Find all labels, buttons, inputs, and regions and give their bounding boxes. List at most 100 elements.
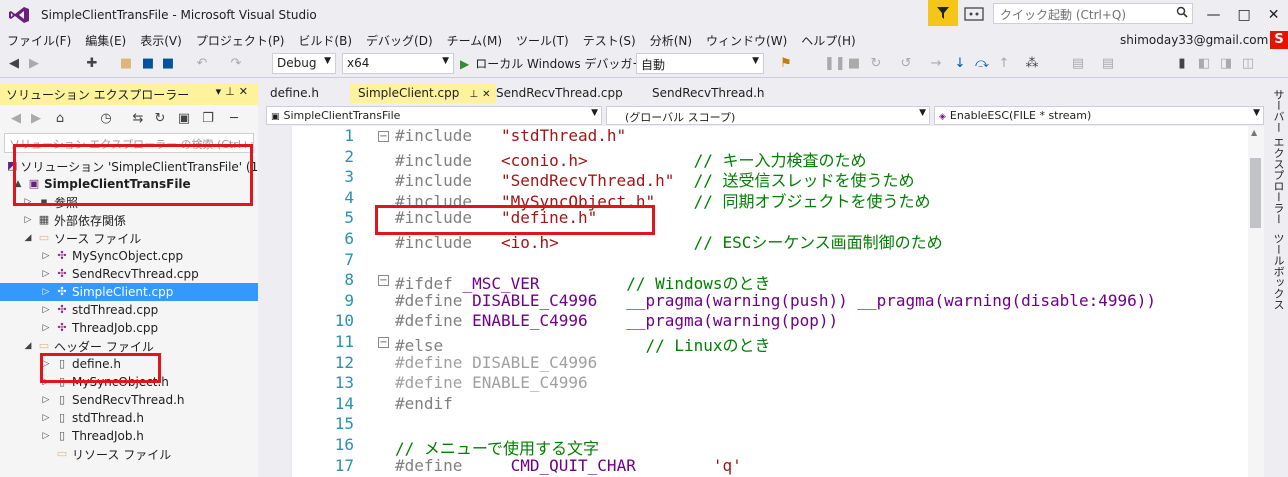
menu-window[interactable]: ウィンドウ(W) (699, 32, 794, 49)
menu-team[interactable]: チーム(M) (440, 32, 509, 49)
clear-bookmarks-icon[interactable]: ◫ (1240, 56, 1256, 72)
collapse-all-icon[interactable]: ▣ (176, 111, 192, 127)
code-line[interactable]: #endif (395, 394, 453, 413)
tab-define-h[interactable]: define.h (262, 83, 327, 103)
code-line[interactable]: #define ENABLE_C4996 __pragma(warning(po… (395, 311, 838, 330)
feedback-icon[interactable] (964, 6, 986, 22)
avatar[interactable]: S (1270, 31, 1288, 49)
pin-icon[interactable]: ⊥ (469, 89, 478, 100)
quick-launch-input[interactable]: クイック起動 (Ctrl+Q) (993, 3, 1193, 24)
tab-sendrecvthread-cpp[interactable]: SendRecvThread.cpp (488, 83, 631, 103)
code-line[interactable]: #include "stdThread.h" (395, 126, 626, 145)
show-all-files-icon[interactable]: ❐ (200, 111, 216, 127)
redo-icon[interactable]: ↷ (228, 56, 244, 72)
step-into-icon[interactable]: ↓ (952, 56, 968, 72)
start-debugging-button[interactable]: ▶ ローカル Windows デバッガー ▼ (460, 53, 657, 74)
forward-icon[interactable]: ▶ (26, 56, 42, 72)
code-editor[interactable]: 1 2 3 4 5 6 7 8 9 10 11 12 13 14 15 16 17− − − #include "st… (262, 126, 1248, 477)
fold-toggle-icon[interactable]: − (378, 337, 389, 348)
tree-item[interactable]: ▷ ✣ stdThread.cpp (0, 301, 258, 319)
refresh-icon[interactable]: ↻ (152, 111, 168, 127)
expand-icon[interactable]: ▷ (40, 323, 52, 333)
step-over-icon[interactable]: ⤼ (974, 56, 990, 72)
fold-toggle-icon[interactable]: − (378, 131, 389, 142)
next-bookmark-icon[interactable]: ◨ (1218, 56, 1234, 72)
back-icon[interactable]: ◀ (6, 56, 22, 72)
server-explorer-tab[interactable]: サーバー エクスプローラー (1270, 89, 1286, 225)
config-select[interactable]: Debug ▼ (272, 53, 336, 74)
scrollbar-thumb[interactable] (1250, 158, 1261, 228)
platform-select[interactable]: x64 ▼ (342, 53, 454, 74)
open-folder-icon[interactable]: ■ (118, 56, 134, 72)
menu-help[interactable]: ヘルプ(H) (794, 32, 862, 49)
project-nav-select[interactable]: ▣ SimpleClientTransFile ▼ (266, 106, 602, 125)
dropdown-icon[interactable]: ▾ (216, 85, 226, 98)
uncomment-icon[interactable]: ▤ (1100, 56, 1116, 72)
breakpoint-icon[interactable]: ⁂ (1024, 56, 1040, 72)
expand-icon[interactable]: ◢ (22, 341, 34, 351)
tree-item[interactable]: ▷ ✣ MySyncObject.cpp (0, 247, 258, 265)
restart-icon[interactable]: ↻ (868, 56, 884, 72)
code-line[interactable]: #define ENABLE_C4996 (395, 373, 588, 392)
vertical-scrollbar[interactable]: ▲ (1248, 126, 1264, 477)
show-next-statement-icon[interactable]: → (928, 56, 944, 72)
tree-item[interactable]: ▷ ✣ ThreadJob.cpp (0, 319, 258, 337)
pin-icon[interactable]: ⊥ (225, 85, 239, 98)
expand-icon[interactable]: ▷ (40, 413, 52, 423)
tree-item[interactable]: ▭ リソース ファイル (0, 445, 258, 463)
prev-bookmark-icon[interactable]: ◧ (1196, 56, 1212, 72)
menu-analyze[interactable]: 分析(N) (643, 32, 699, 49)
menu-debug[interactable]: デバッグ(D) (359, 32, 440, 49)
expand-icon[interactable]: ▷ (40, 287, 52, 297)
close-icon[interactable]: ✕ (239, 85, 252, 98)
expand-icon[interactable]: ▷ (22, 215, 34, 225)
sync-icon[interactable]: ⇆ (130, 111, 146, 127)
menu-edit[interactable]: 編集(E) (78, 32, 133, 49)
account-name[interactable]: shimoday33@gmail.com (1120, 33, 1268, 47)
fold-toggle-icon[interactable]: − (378, 275, 389, 287)
bookmark-icon[interactable]: ▮ (1174, 56, 1190, 72)
tree-item[interactable]: ◢ ▭ ソース ファイル (0, 229, 258, 247)
expand-icon[interactable]: ▷ (40, 269, 52, 279)
tree-item[interactable]: ▷ ▯ stdThread.h (0, 409, 258, 427)
menu-project[interactable]: プロジェクト(P) (189, 32, 292, 49)
code-area[interactable]: 1 2 3 4 5 6 7 8 9 10 11 12 13 14 15 16 17− − − #include "st… (262, 126, 1248, 477)
close-icon[interactable]: ✕ (1268, 7, 1280, 23)
hot-reload-icon[interactable]: ↺ (898, 56, 914, 72)
minimize-icon[interactable]: — (1207, 7, 1221, 23)
history-icon[interactable]: ◷ (98, 111, 114, 127)
step-out-icon[interactable]: ↑ (996, 56, 1012, 72)
expand-icon[interactable]: ◢ (22, 233, 34, 243)
tab-simpleclient-cpp[interactable]: SimpleClient.cpp ⊥ ✕ (350, 83, 496, 103)
expand-icon[interactable]: ▷ (40, 431, 52, 441)
toolbox-tab[interactable]: ツールボックス (1270, 233, 1286, 310)
properties-icon[interactable]: ─ (226, 111, 242, 127)
menu-tools[interactable]: ツール(T) (509, 32, 576, 49)
expand-icon[interactable]: ▷ (40, 395, 52, 405)
member-nav-select[interactable]: ◈ EnableESC(FILE * stream) ▼ (934, 106, 1264, 125)
tree-item[interactable]: ▷ ▯ ThreadJob.h (0, 427, 258, 445)
find-icon[interactable]: ⚑ (778, 56, 794, 72)
scope-nav-select[interactable]: (グローバル スコープ) ▼ (606, 106, 930, 125)
forward-icon[interactable]: ▶ (28, 111, 44, 127)
tree-item[interactable]: ▷ ▯ SendRecvThread.h (0, 391, 258, 409)
run-mode-select[interactable]: 自動 ▼ (636, 53, 764, 74)
tree-item[interactable]: ▷ ✣ SimpleClient.cpp (0, 283, 258, 301)
save-icon[interactable]: ■ (140, 56, 156, 72)
tree-item[interactable]: ▷ ✣ SendRecvThread.cpp (0, 265, 258, 283)
code-line[interactable]: #define DISABLE_C4996 (395, 353, 597, 372)
tab-sendrecvthread-h[interactable]: SendRecvThread.h (644, 83, 772, 103)
back-icon[interactable]: ◀ (8, 111, 24, 127)
code-line[interactable]: #define DISABLE_C4996 __pragma(warning(p… (395, 291, 1156, 310)
expand-icon[interactable]: ▷ (40, 305, 52, 315)
menu-view[interactable]: 表示(V) (133, 32, 189, 49)
maximize-icon[interactable]: □ (1238, 7, 1251, 23)
expand-icon[interactable]: ▷ (40, 251, 52, 261)
notification-filter-button[interactable] (928, 0, 958, 26)
stop-icon[interactable]: ■ (846, 56, 862, 72)
pause-icon[interactable]: ❚❚ (824, 56, 846, 72)
undo-icon[interactable]: ↶ (194, 56, 210, 72)
menu-build[interactable]: ビルド(B) (291, 32, 359, 49)
menu-test[interactable]: テスト(S) (576, 32, 643, 49)
menu-file[interactable]: ファイル(F) (0, 32, 78, 49)
